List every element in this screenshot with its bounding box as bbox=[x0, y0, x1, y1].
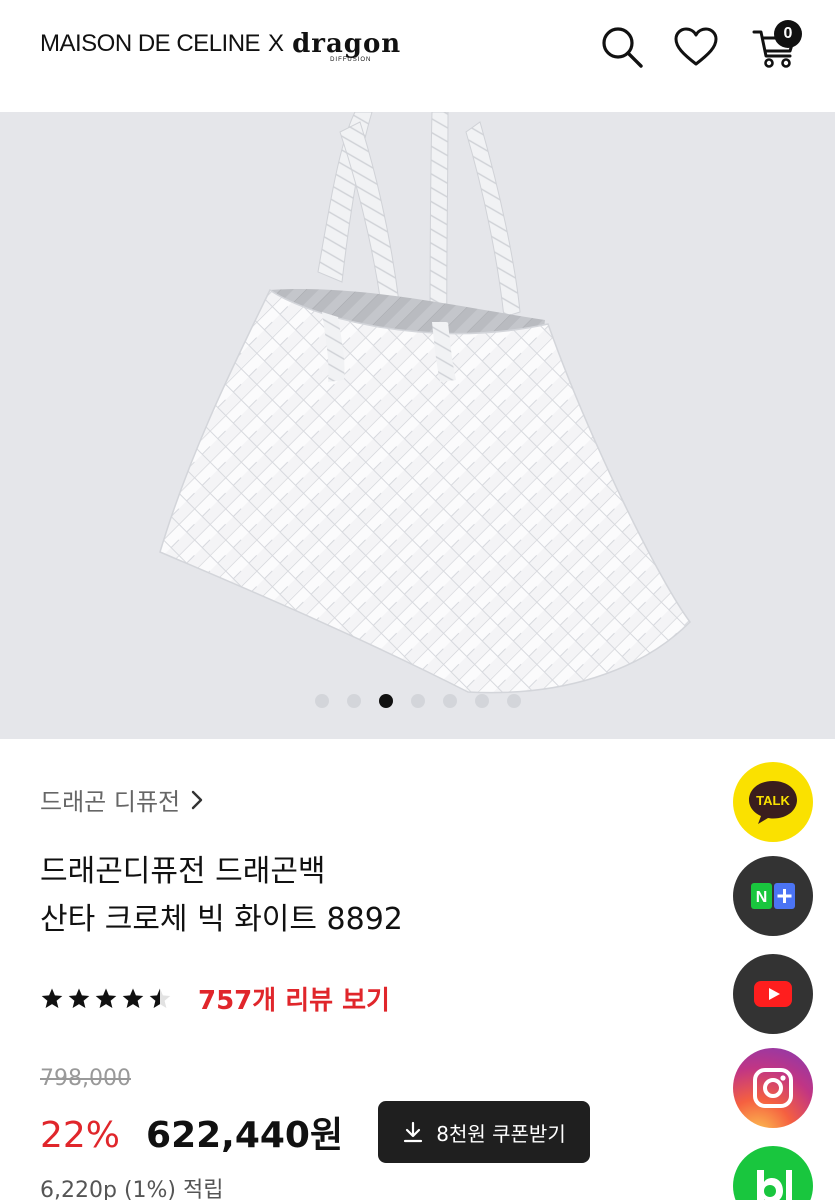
blog-icon bbox=[757, 1170, 792, 1200]
wishlist-button[interactable] bbox=[671, 22, 721, 72]
discount-rate: 22% bbox=[40, 1115, 121, 1156]
chevron-right-icon bbox=[191, 790, 203, 809]
carousel-dot[interactable] bbox=[378, 694, 393, 708]
blog-button[interactable] bbox=[733, 1146, 813, 1200]
reward-points: 6,220p (1%) 적립 bbox=[40, 1178, 224, 1200]
brand-breadcrumb[interactable]: 드래곤 디퓨전 bbox=[40, 782, 204, 817]
youtube-icon bbox=[754, 981, 792, 1007]
youtube-button[interactable] bbox=[733, 954, 813, 1034]
search-button[interactable] bbox=[597, 22, 647, 72]
carousel-dot[interactable] bbox=[506, 694, 521, 708]
dragon-logo-text: dragon bbox=[292, 29, 402, 59]
naver-label: N bbox=[756, 889, 768, 906]
product-title: 드래곤디퓨전 드래곤백 산타 크로체 빅 화이트 8892 bbox=[40, 848, 403, 944]
product-image-carousel[interactable] bbox=[0, 112, 835, 739]
carousel-dot[interactable] bbox=[410, 694, 425, 708]
star-icon bbox=[41, 988, 63, 1008]
kakaotalk-icon: TALK bbox=[749, 781, 797, 824]
reviews-link[interactable]: 757개 리뷰 보기 bbox=[198, 980, 390, 1017]
star-icon bbox=[95, 988, 117, 1008]
naver-plus-icon: N bbox=[751, 883, 795, 909]
download-icon bbox=[404, 1121, 423, 1143]
cart-count-badge: 0 bbox=[774, 20, 802, 48]
product-image bbox=[159, 112, 691, 694]
product-title-line-2: 산타 크로체 빅 화이트 8892 bbox=[40, 902, 403, 937]
brand-logo[interactable]: MAISON DE CELINE X dragon DIFFUSION bbox=[40, 29, 402, 63]
carousel-dot[interactable] bbox=[474, 694, 489, 708]
talk-label: TALK bbox=[756, 793, 790, 808]
star-icon bbox=[149, 988, 171, 1008]
price-row: 22% 622,440원 bbox=[40, 1106, 343, 1158]
carousel-pagination bbox=[0, 694, 835, 708]
cart-button[interactable]: 0 bbox=[750, 20, 802, 72]
coupon-button-label: 8천원 쿠폰받기 bbox=[436, 1121, 566, 1146]
star-rating bbox=[40, 987, 172, 1011]
star-icon bbox=[68, 988, 90, 1008]
rating-row: 757개 리뷰 보기 bbox=[40, 980, 390, 1017]
dragon-logo-subtext: DIFFUSION bbox=[330, 57, 372, 63]
sale-price: 622,440원 bbox=[146, 1115, 344, 1156]
instagram-button[interactable] bbox=[733, 1048, 813, 1128]
kakaotalk-button[interactable]: TALK bbox=[733, 762, 813, 842]
search-icon bbox=[602, 27, 643, 68]
brand-collab-x: X bbox=[268, 30, 285, 57]
carousel-dot[interactable] bbox=[442, 694, 457, 708]
carousel-dot[interactable] bbox=[346, 694, 361, 708]
breadcrumb-label: 드래곤 디퓨전 bbox=[40, 788, 181, 816]
brand-name-left: MAISON DE CELINE bbox=[40, 30, 261, 57]
product-title-line-1: 드래곤디퓨전 드래곤백 bbox=[40, 854, 326, 889]
top-header: MAISON DE CELINE X dragon DIFFUSION 0 bbox=[0, 0, 835, 110]
naver-plus-button[interactable]: N bbox=[733, 856, 813, 936]
download-coupon-button[interactable]: 8천원 쿠폰받기 bbox=[378, 1101, 590, 1163]
original-price: 798,000 bbox=[40, 1066, 131, 1091]
instagram-icon bbox=[753, 1068, 793, 1108]
dragon-logo: dragon DIFFUSION bbox=[292, 29, 402, 63]
carousel-dot[interactable] bbox=[314, 694, 329, 708]
star-icon bbox=[122, 988, 144, 1008]
heart-icon bbox=[674, 27, 718, 66]
